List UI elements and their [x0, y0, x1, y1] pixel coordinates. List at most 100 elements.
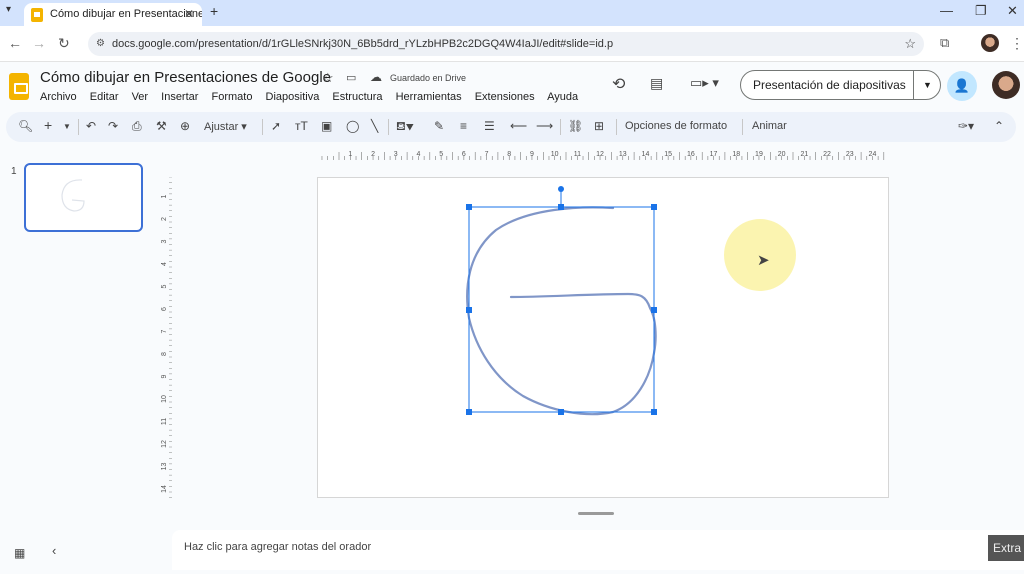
editing-toolbar: 🔍︎ + ▼ ↶ ↷ ⎙ ⚒ ⊕ Ajustar ▾ ➚ ᴛT ▣ ◯ ╲ ⛾▾…	[6, 112, 1016, 142]
minimize-icon[interactable]: —	[940, 3, 953, 18]
menu-herramientas[interactable]: Herramientas	[396, 91, 462, 103]
resize-handle[interactable]	[651, 409, 657, 415]
extensions-icon[interactable]: ⧉	[940, 35, 949, 51]
redo-icon[interactable]: ↷	[108, 119, 118, 133]
url-input[interactable]: ⚙ docs.google.com/presentation/d/1rGLleS…	[88, 32, 924, 56]
menu-extensiones[interactable]: Extensiones	[475, 91, 535, 103]
resize-handle[interactable]	[466, 409, 472, 415]
menu-ver[interactable]: Ver	[132, 91, 149, 103]
close-window-icon[interactable]: ✕	[1007, 3, 1018, 19]
present-button[interactable]: Presentación de diapositivas ▼	[740, 70, 941, 100]
menu-archivo[interactable]: Archivo	[40, 91, 77, 103]
slide-thumbnail[interactable]	[24, 163, 143, 232]
zoom-select[interactable]: Ajustar ▾	[204, 120, 247, 133]
document-title[interactable]: Cómo dibujar en Presentaciones de Google	[40, 69, 331, 86]
reload-icon[interactable]: ↻	[58, 35, 70, 52]
ruler-tick-label: 8	[507, 151, 511, 158]
selection-box[interactable]	[466, 186, 657, 415]
resize-handle[interactable]	[466, 307, 472, 313]
text-box-icon[interactable]: ᴛT	[295, 119, 308, 133]
collapse-toolbar-icon[interactable]: ⌃	[994, 119, 1004, 133]
site-info-icon[interactable]: ⚙	[96, 32, 105, 56]
resize-handle[interactable]	[466, 204, 472, 210]
back-icon[interactable]: ←	[8, 35, 22, 51]
animate-button[interactable]: Animar	[752, 120, 787, 132]
star-icon[interactable]: ☆	[322, 70, 334, 86]
border-weight-icon[interactable]: ≡	[460, 119, 467, 133]
comments-icon[interactable]: ▤	[650, 75, 663, 92]
mouse-pointer-icon: ➤	[757, 252, 770, 269]
scribble-g-shape[interactable]	[466, 206, 657, 416]
shape-icon[interactable]: ◯	[346, 119, 359, 133]
browser-tab[interactable]: Cómo dibujar en Presentacione ✕	[24, 3, 202, 26]
toolbar-divider	[262, 119, 263, 135]
restore-icon[interactable]: ❐	[975, 3, 987, 19]
ruler-tick-label: 5	[161, 284, 168, 288]
menu-insertar[interactable]: Insertar	[161, 91, 198, 103]
ruler-tick-label: 19	[755, 151, 763, 158]
add-comment-icon[interactable]: ⊞	[594, 119, 604, 133]
cursor-highlight: ➤	[724, 219, 796, 291]
pen-mode-icon[interactable]: ✑▾	[958, 119, 974, 133]
resize-handle[interactable]	[558, 204, 564, 210]
format-options-button[interactable]: Opciones de formato	[625, 120, 727, 132]
bookmark-star-icon[interactable]: ☆	[904, 32, 916, 56]
notes-resize-handle[interactable]	[578, 512, 614, 515]
share-add-person-icon[interactable]: 👤	[947, 71, 977, 101]
select-arrow-icon[interactable]: ➚	[271, 119, 281, 133]
browser-menu-icon[interactable]: ⋮	[1010, 35, 1024, 52]
menu-editar[interactable]: Editar	[90, 91, 119, 103]
tab-search-icon[interactable]: ▾	[6, 4, 11, 15]
close-tab-icon[interactable]: ✕	[184, 3, 194, 26]
ruler-tick-label: 20	[778, 151, 786, 158]
ruler-tick-label: 21	[800, 151, 808, 158]
toolbar-divider	[560, 119, 561, 135]
speaker-notes[interactable]: Haz clic para agregar notas del orador	[172, 530, 1024, 570]
slides-logo-icon[interactable]	[9, 73, 29, 100]
ruler-tick-label: 18	[732, 151, 740, 158]
border-dash-icon[interactable]: ☰	[484, 119, 495, 133]
zoom-icon[interactable]: ⊕	[180, 119, 190, 133]
menu-ayuda[interactable]: Ayuda	[547, 91, 578, 103]
insert-link-icon[interactable]: ⛓	[568, 119, 583, 133]
undo-icon[interactable]: ↶	[86, 119, 96, 133]
menu-formato[interactable]: Formato	[212, 91, 253, 103]
grid-view-icon[interactable]: ▦	[14, 546, 25, 560]
new-slide-icon[interactable]: +	[44, 117, 52, 133]
ruler-tick-label: 10	[161, 395, 168, 403]
version-history-icon[interactable]: ⟲	[612, 74, 625, 94]
present-dropdown-icon[interactable]: ▼	[913, 71, 941, 99]
slide-drawing-layer	[466, 186, 657, 416]
paint-format-icon[interactable]: ⚒	[156, 119, 167, 133]
resize-handle[interactable]	[651, 204, 657, 210]
ruler-tick-label: 4	[161, 262, 168, 266]
slide-canvas[interactable]	[317, 177, 889, 498]
menu-diapositiva[interactable]: Diapositiva	[266, 91, 320, 103]
menu-estructura[interactable]: Estructura	[332, 91, 382, 103]
rotate-handle[interactable]	[558, 186, 564, 192]
account-avatar[interactable]	[992, 71, 1020, 99]
present-button-label: Presentación de diapositivas	[753, 78, 906, 92]
move-folder-icon[interactable]: ▭	[346, 71, 356, 84]
ruler-tick-label: 8	[161, 352, 168, 356]
resize-handle[interactable]	[651, 307, 657, 313]
cloud-saved-icon[interactable]: ☁	[370, 70, 382, 84]
ruler-tick-label: 17	[710, 151, 718, 158]
forward-icon[interactable]: →	[32, 35, 46, 51]
new-slide-layout-icon[interactable]: ▼	[63, 122, 71, 131]
ruler-tick-label: 14	[642, 151, 650, 158]
insert-image-icon[interactable]: ▣	[321, 119, 332, 133]
profile-avatar[interactable]	[981, 34, 999, 52]
print-icon[interactable]: ⎙	[132, 119, 142, 134]
search-menus-icon[interactable]: 🔍︎	[18, 119, 33, 133]
collapse-filmstrip-icon[interactable]: ‹	[52, 543, 56, 558]
resize-handle[interactable]	[558, 409, 564, 415]
border-color-icon[interactable]: ✎	[434, 119, 444, 133]
meet-video-icon[interactable]: ▭▸ ▾	[690, 75, 719, 91]
tab-title: Cómo dibujar en Presentacione	[50, 8, 202, 20]
fill-color-icon[interactable]: ⛾▾	[396, 119, 414, 135]
line-start-icon[interactable]: ⟵	[510, 119, 527, 133]
line-icon[interactable]: ╲	[371, 119, 378, 133]
line-end-icon[interactable]: ⟶	[536, 119, 553, 133]
new-tab-button[interactable]: +	[210, 3, 218, 19]
